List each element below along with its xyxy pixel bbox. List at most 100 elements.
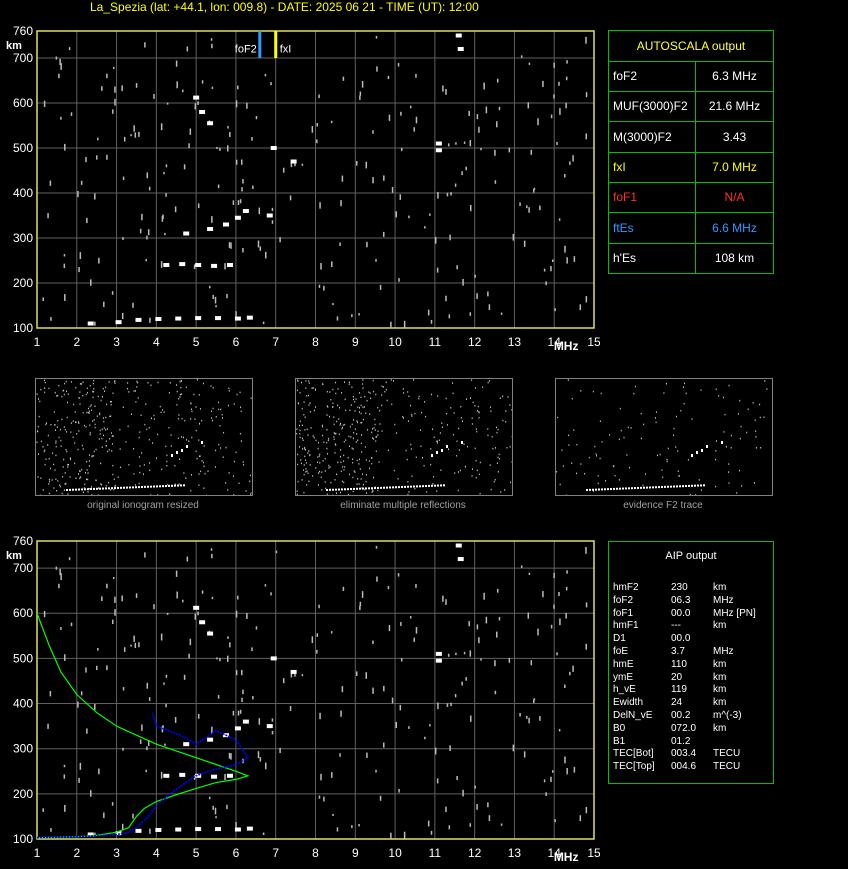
noise-dot (528, 207, 530, 213)
y-tick-label: 500 (13, 141, 33, 155)
thumb-dot (303, 446, 305, 449)
thumb-dot (362, 473, 364, 476)
thumb-dot (312, 475, 314, 477)
thumb-dot (304, 416, 306, 418)
noise-dot (550, 265, 552, 272)
noise-dot (130, 644, 132, 647)
noise-dot (94, 193, 96, 200)
y-tick-label: 700 (13, 51, 33, 65)
noise-dot (146, 746, 148, 751)
thumb-dot (297, 480, 299, 483)
thumb-trace (353, 487, 355, 490)
thumb-dot (303, 473, 305, 476)
x-tick-label: 8 (312, 335, 319, 349)
thumb-dot (419, 429, 421, 431)
thumb-dot (573, 429, 575, 431)
noise-dot (80, 180, 83, 185)
noise-dot (134, 642, 137, 649)
trace-point-Es_second (211, 774, 218, 779)
noise-dot (77, 701, 79, 708)
thumb-dot (139, 431, 141, 433)
trace-point-Es_second (226, 773, 233, 778)
thumb-trace (150, 485, 152, 488)
thumb-dot (99, 433, 101, 435)
thumb-dot (313, 409, 315, 412)
thumb-dot (157, 381, 159, 384)
thumb-dot (203, 445, 205, 447)
thumb-dot (361, 383, 363, 385)
thumb-dot (91, 493, 93, 496)
noise-dot (383, 231, 385, 237)
noise-dot (55, 566, 58, 570)
thumb-dot (87, 391, 89, 394)
noise-dot (465, 677, 467, 681)
thumb-dot (300, 462, 302, 465)
noise-dot (408, 215, 410, 219)
thumb-dot (54, 469, 56, 471)
noise-dot (456, 265, 458, 270)
autoscala-label: foF1 (613, 190, 638, 205)
thumb-dot (329, 391, 331, 393)
thumb-dot (576, 472, 578, 475)
noise-dot (331, 261, 333, 268)
noise-dot (520, 55, 523, 58)
thumb-dot (348, 435, 350, 438)
thumb-dot (467, 445, 469, 448)
noise-dot (94, 704, 96, 711)
thumb-dot (377, 406, 379, 409)
thumb-trace (156, 485, 158, 488)
thumb-dot (168, 426, 170, 429)
thumb-dot (66, 431, 68, 433)
thumb-dot (104, 390, 106, 392)
aip-name: hmF2 (613, 582, 639, 593)
thumb-dot (456, 440, 458, 443)
thumb-dot (90, 486, 92, 488)
noise-dot (60, 573, 62, 580)
thumb-dot (332, 406, 334, 408)
thumb-dot (764, 380, 766, 382)
noise-dot (565, 612, 567, 619)
thumb-trace (171, 484, 173, 487)
noise-dot (224, 263, 226, 270)
marker-label: fxI (280, 44, 292, 56)
thumb-dot (584, 472, 586, 475)
noise-dot (476, 624, 479, 630)
x-tick-label: 1 (34, 846, 41, 860)
thumb-dot (221, 417, 223, 419)
noise-dot (255, 116, 258, 120)
thumb-dot (452, 433, 454, 436)
thumb-dot (373, 476, 375, 479)
thumb-dot (305, 471, 307, 473)
thumb-dot (185, 386, 187, 389)
noise-dot (585, 602, 588, 608)
thumb-dot (45, 422, 47, 424)
aip-name: h_vE (613, 684, 636, 696)
noise-dot (160, 771, 163, 779)
thumb-dot (415, 456, 417, 459)
noise-dot (388, 624, 391, 632)
noise-dot (183, 164, 186, 170)
thumb-dot (78, 421, 80, 423)
thumb-dot (240, 440, 242, 442)
noise-dot (430, 830, 433, 835)
thumb-dot (72, 420, 74, 422)
thumb-dot (301, 407, 303, 410)
y-tick-label: 100 (13, 832, 33, 846)
thumb-dot (105, 386, 107, 389)
thumb-dot (59, 428, 61, 431)
thumb-dot (410, 404, 412, 407)
thumb-dot (211, 417, 213, 419)
trace-point-Es_second (195, 263, 202, 267)
thumb-trace (365, 487, 367, 490)
aip-name: foE (613, 646, 629, 657)
noise-dot (182, 89, 184, 93)
thumb-dot (436, 490, 438, 492)
thumb-trace (679, 485, 681, 488)
thumb-dot (497, 456, 499, 459)
thumb-dot (365, 412, 367, 414)
thumb-dot (210, 410, 212, 413)
thumb-dot (72, 436, 74, 439)
thumb-dot (335, 432, 337, 435)
thumb-dot (228, 472, 230, 474)
noise-dot (289, 706, 292, 711)
